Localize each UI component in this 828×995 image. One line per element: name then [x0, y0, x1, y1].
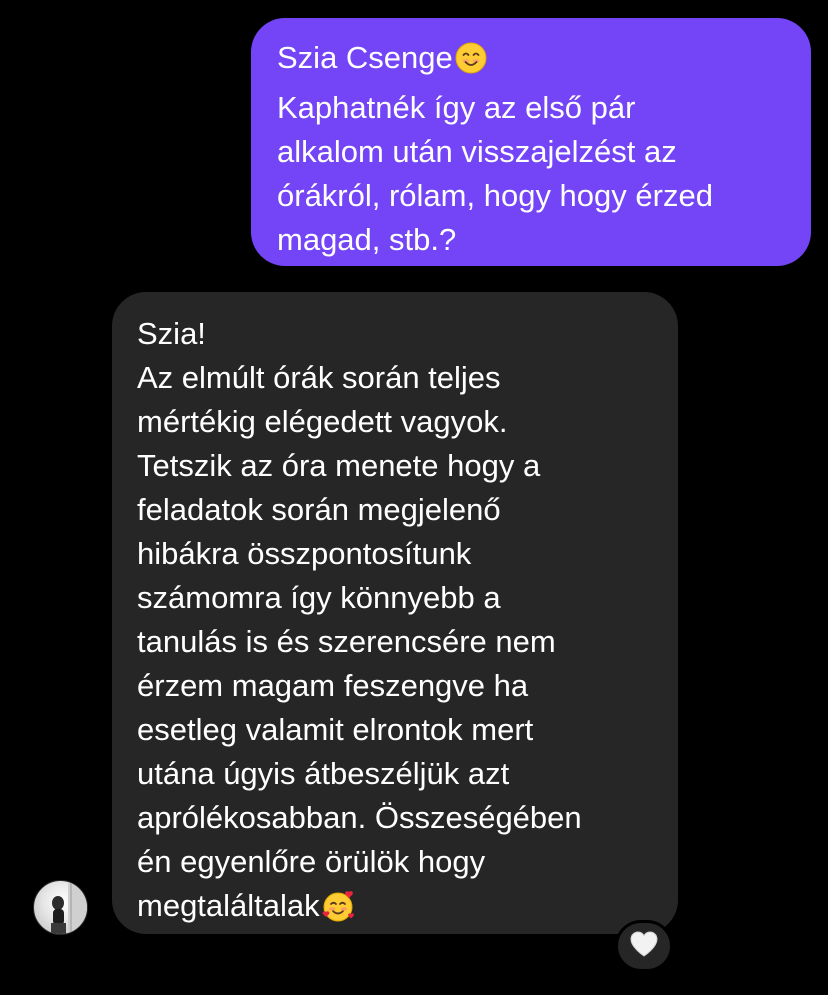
smiling-face-with-hearts-icon: [322, 890, 356, 934]
avatar[interactable]: [33, 880, 88, 935]
white-heart-icon: [629, 930, 659, 963]
received-message-bubble[interactable]: Szia! Az elmúlt órák során teljes mérték…: [112, 292, 678, 934]
sent-message-bubble[interactable]: Szia Csenge Kaphatnék így az első pár al…: [251, 18, 811, 266]
reaction-badge[interactable]: [615, 920, 673, 972]
sent-message-rest: Kaphatnék így az első pár alkalom után v…: [277, 90, 713, 257]
smiling-face-icon: [455, 42, 487, 86]
sent-message-line-1: Szia Csenge: [277, 40, 453, 75]
received-message-text: Szia! Az elmúlt órák során teljes mérték…: [137, 316, 582, 923]
